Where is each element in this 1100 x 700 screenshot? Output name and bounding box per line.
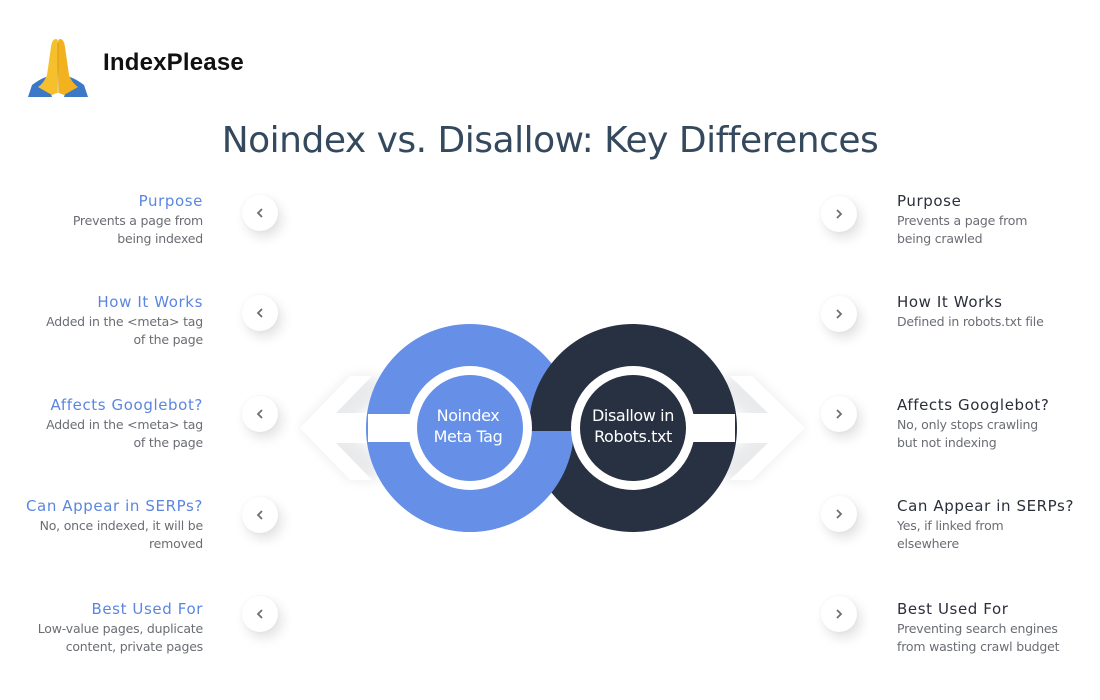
brand-logo: [26, 35, 90, 99]
noindex-label-line1: Noindex: [436, 406, 500, 425]
disallow-purpose-button[interactable]: [821, 196, 857, 232]
chevron-right-icon: [836, 609, 843, 619]
noindex-label: Noindex Meta Tag: [413, 405, 523, 447]
row-desc-line: of the page: [133, 332, 203, 347]
row-heading: Best Used For: [91, 600, 203, 618]
disallow-row-purpose: Purpose Prevents a page from being crawl…: [897, 191, 1097, 247]
chevron-right-icon: [836, 409, 843, 419]
chevron-right-icon: [836, 509, 843, 519]
row-desc-line: removed: [148, 536, 203, 551]
row-heading: Purpose: [897, 192, 962, 210]
page-title: Noindex vs. Disallow: Key Differences: [221, 120, 879, 161]
row-heading: Can Appear in SERPs?: [897, 497, 1075, 515]
row-heading: Purpose: [138, 192, 203, 210]
noindex-serps-button[interactable]: [242, 497, 278, 533]
disallow-how-it-works-button[interactable]: [821, 296, 857, 332]
right-arrow-shape: [722, 376, 805, 480]
row-desc-line: being indexed: [117, 231, 203, 246]
noindex-label-line2: Meta Tag: [433, 427, 503, 446]
row-desc-line: Added in the <meta> tag: [46, 314, 203, 329]
row-desc-line: Defined in robots.txt file: [897, 314, 1044, 329]
chevron-right-icon: [836, 309, 843, 319]
row-desc-line: of the page: [133, 435, 203, 450]
chevron-left-icon: [256, 510, 263, 520]
row-heading: Affects Googlebot?: [50, 396, 203, 414]
noindex-how-it-works-button[interactable]: [242, 295, 278, 331]
brand-name: IndexPlease: [103, 49, 244, 76]
noindex-affects-googlebot-button[interactable]: [242, 396, 278, 432]
row-desc-line: content, private pages: [65, 639, 204, 654]
disallow-row-serps: Can Appear in SERPs? Yes, if linked from…: [897, 496, 1097, 552]
row-heading: Best Used For: [897, 600, 1009, 618]
disallow-label-line1: Disallow in: [592, 406, 674, 425]
disallow-label-line2: Robots.txt: [594, 427, 672, 446]
row-desc-line: Yes, if linked from: [897, 518, 1004, 533]
noindex-row-serps: Can Appear in SERPs? No, once indexed, i…: [0, 496, 203, 552]
chevron-left-icon: [256, 409, 263, 419]
row-desc-line: elsewhere: [897, 536, 959, 551]
folded-hands-icon: [28, 39, 88, 97]
chevron-left-icon: [256, 308, 263, 318]
comparison-diagram: [300, 324, 805, 532]
noindex-row-affects-googlebot: Affects Googlebot? Added in the <meta> t…: [0, 395, 203, 451]
row-desc-line: Prevents a page from: [897, 213, 1028, 228]
row-desc-line: Prevents a page from: [72, 213, 203, 228]
row-heading: How It Works: [97, 293, 203, 311]
chevron-left-icon: [256, 609, 263, 619]
chevron-right-icon: [836, 209, 843, 219]
row-heading: How It Works: [897, 293, 1003, 311]
row-heading: Affects Googlebot?: [897, 396, 1050, 414]
disallow-serps-button[interactable]: [821, 496, 857, 532]
row-desc-line: No, once indexed, it will be: [39, 518, 204, 533]
row-desc-line: Low-value pages, duplicate: [37, 621, 203, 636]
noindex-row-how-it-works: How It Works Added in the <meta> tag of …: [0, 292, 203, 348]
row-desc-line: No, only stops crawling: [897, 417, 1038, 432]
disallow-affects-googlebot-button[interactable]: [821, 396, 857, 432]
row-desc-line: Preventing search engines: [897, 621, 1058, 636]
noindex-best-used-for-button[interactable]: [242, 596, 278, 632]
disallow-row-affects-googlebot: Affects Googlebot? No, only stops crawli…: [897, 395, 1097, 451]
disallow-row-best-used-for: Best Used For Preventing search engines …: [897, 599, 1097, 655]
noindex-purpose-button[interactable]: [242, 195, 278, 231]
row-desc-line: Added in the <meta> tag: [46, 417, 203, 432]
chevron-left-icon: [256, 208, 263, 218]
disallow-best-used-for-button[interactable]: [821, 596, 857, 632]
disallow-row-how-it-works: How It Works Defined in robots.txt file: [897, 292, 1097, 330]
row-desc-line: being crawled: [897, 231, 983, 246]
row-desc-line: but not indexing: [897, 435, 997, 450]
left-arrow-shape: [300, 376, 380, 480]
disallow-label: Disallow in Robots.txt: [578, 405, 688, 447]
row-desc-line: from wasting crawl budget: [897, 639, 1060, 654]
noindex-row-best-used-for: Best Used For Low-value pages, duplicate…: [0, 599, 203, 655]
noindex-row-purpose: Purpose Prevents a page from being index…: [0, 191, 203, 247]
row-heading: Can Appear in SERPs?: [25, 497, 203, 515]
